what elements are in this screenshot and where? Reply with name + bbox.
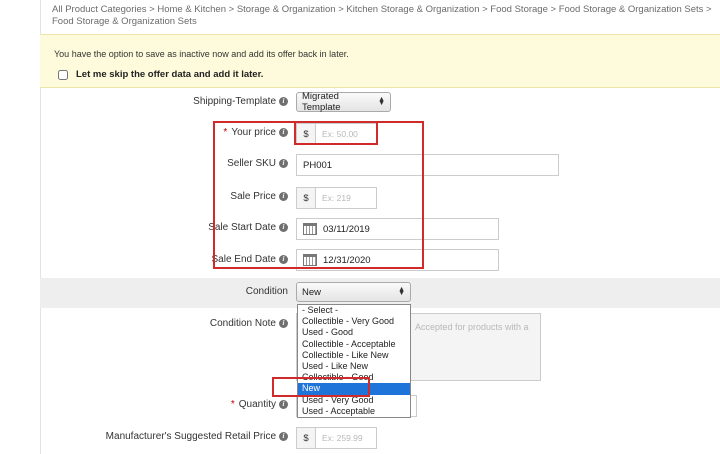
condition-option[interactable]: Used - Like New: [298, 361, 410, 372]
quantity-label: * Quantity i: [231, 399, 288, 410]
condition-option[interactable]: - Select -: [298, 305, 410, 316]
condition-option[interactable]: Used - Very Good: [298, 395, 410, 406]
left-sidebar: [0, 0, 41, 454]
info-icon[interactable]: i: [279, 127, 288, 137]
your-price-row: * Your price i $ Ex: 50.00: [40, 123, 720, 145]
skip-offer-label: Let me skip the offer data and add it la…: [76, 69, 264, 80]
required-mark: *: [230, 399, 235, 410]
your-price-placeholder: Ex: 50.00: [322, 129, 358, 139]
sale-start-date-input[interactable]: 03/11/2019: [296, 218, 499, 240]
condition-dropdown-list[interactable]: - Select - Collectible - Very Good Used …: [297, 304, 411, 418]
shipping-template-row: Shipping-Template i Migrated Template ▲ ▼: [40, 91, 720, 114]
sale-end-label: Sale End Date i: [212, 254, 288, 265]
shipping-template-label: Shipping-Template i: [193, 96, 288, 107]
info-icon[interactable]: i: [279, 191, 288, 201]
condition-option-selected[interactable]: New: [298, 383, 410, 395]
sale-price-placeholder: Ex: 219: [322, 193, 351, 203]
select-arrows-icon: ▲ ▼: [378, 96, 385, 107]
shipping-template-select[interactable]: Migrated Template ▲ ▼: [296, 91, 391, 113]
sale-price-input[interactable]: $ Ex: 219: [296, 187, 377, 209]
calendar-icon[interactable]: [303, 254, 317, 266]
condition-label: Condition: [245, 286, 288, 297]
info-icon[interactable]: i: [279, 399, 288, 409]
seller-sku-row: Seller SKU i PH001: [40, 154, 720, 176]
calendar-icon[interactable]: [303, 223, 317, 235]
msrp-label: Manufacturer's Suggested Retail Price i: [106, 431, 288, 442]
msrp-placeholder: Ex: 259.99: [322, 433, 363, 443]
msrp-input[interactable]: $ Ex: 259.99: [296, 427, 377, 449]
info-icon[interactable]: i: [279, 318, 288, 328]
condition-option[interactable]: Used - Good: [298, 327, 410, 338]
condition-option[interactable]: Collectible - Very Good: [298, 316, 410, 327]
seller-sku-label: Seller SKU i: [227, 158, 288, 169]
sale-start-row: Sale Start Date i 03/11/2019: [40, 218, 720, 240]
sale-end-date-input[interactable]: 12/31/2020: [296, 249, 499, 271]
condition-note-placeholder: Accepted for products with a: [415, 322, 529, 332]
condition-option[interactable]: Collectible - Like New: [298, 350, 410, 361]
skip-offer-checkbox-row[interactable]: Let me skip the offer data and add it la…: [58, 69, 263, 80]
msrp-row: Manufacturer's Suggested Retail Price i $…: [40, 427, 720, 449]
info-icon[interactable]: i: [279, 158, 288, 168]
sale-price-label: Sale Price i: [230, 191, 288, 202]
dollar-prefix: $: [297, 124, 316, 144]
condition-select[interactable]: New ▲ ▼: [296, 282, 411, 302]
info-icon[interactable]: i: [279, 431, 288, 441]
your-price-label: * Your price i: [223, 127, 288, 138]
info-icon[interactable]: i: [279, 254, 288, 264]
breadcrumb[interactable]: All Product Categories > Home & Kitchen …: [52, 4, 720, 28]
your-price-input[interactable]: $ Ex: 50.00: [296, 123, 377, 145]
required-mark: *: [223, 127, 228, 138]
info-icon[interactable]: i: [279, 222, 288, 232]
sale-price-row: Sale Price i $ Ex: 219: [40, 187, 720, 209]
condition-option[interactable]: Collectible - Acceptable: [298, 339, 410, 350]
dollar-prefix: $: [297, 428, 316, 448]
seller-sku-input[interactable]: PH001: [296, 154, 559, 176]
select-arrows-icon: ▲ ▼: [398, 286, 405, 297]
dollar-prefix: $: [297, 188, 316, 208]
condition-option[interactable]: Collectible - Good: [298, 372, 410, 383]
condition-row: Condition New ▲ ▼: [40, 282, 720, 304]
condition-option[interactable]: Used - Acceptable: [298, 406, 410, 417]
condition-note-label: Condition Note i: [210, 318, 288, 329]
sale-start-label: Sale Start Date i: [208, 222, 288, 233]
notice-text: You have the option to save as inactive …: [54, 49, 349, 59]
offer-notice: You have the option to save as inactive …: [40, 34, 720, 88]
skip-offer-checkbox[interactable]: [58, 69, 68, 80]
info-icon[interactable]: i: [279, 96, 288, 106]
sale-end-row: Sale End Date i 12/31/2020: [40, 249, 720, 271]
